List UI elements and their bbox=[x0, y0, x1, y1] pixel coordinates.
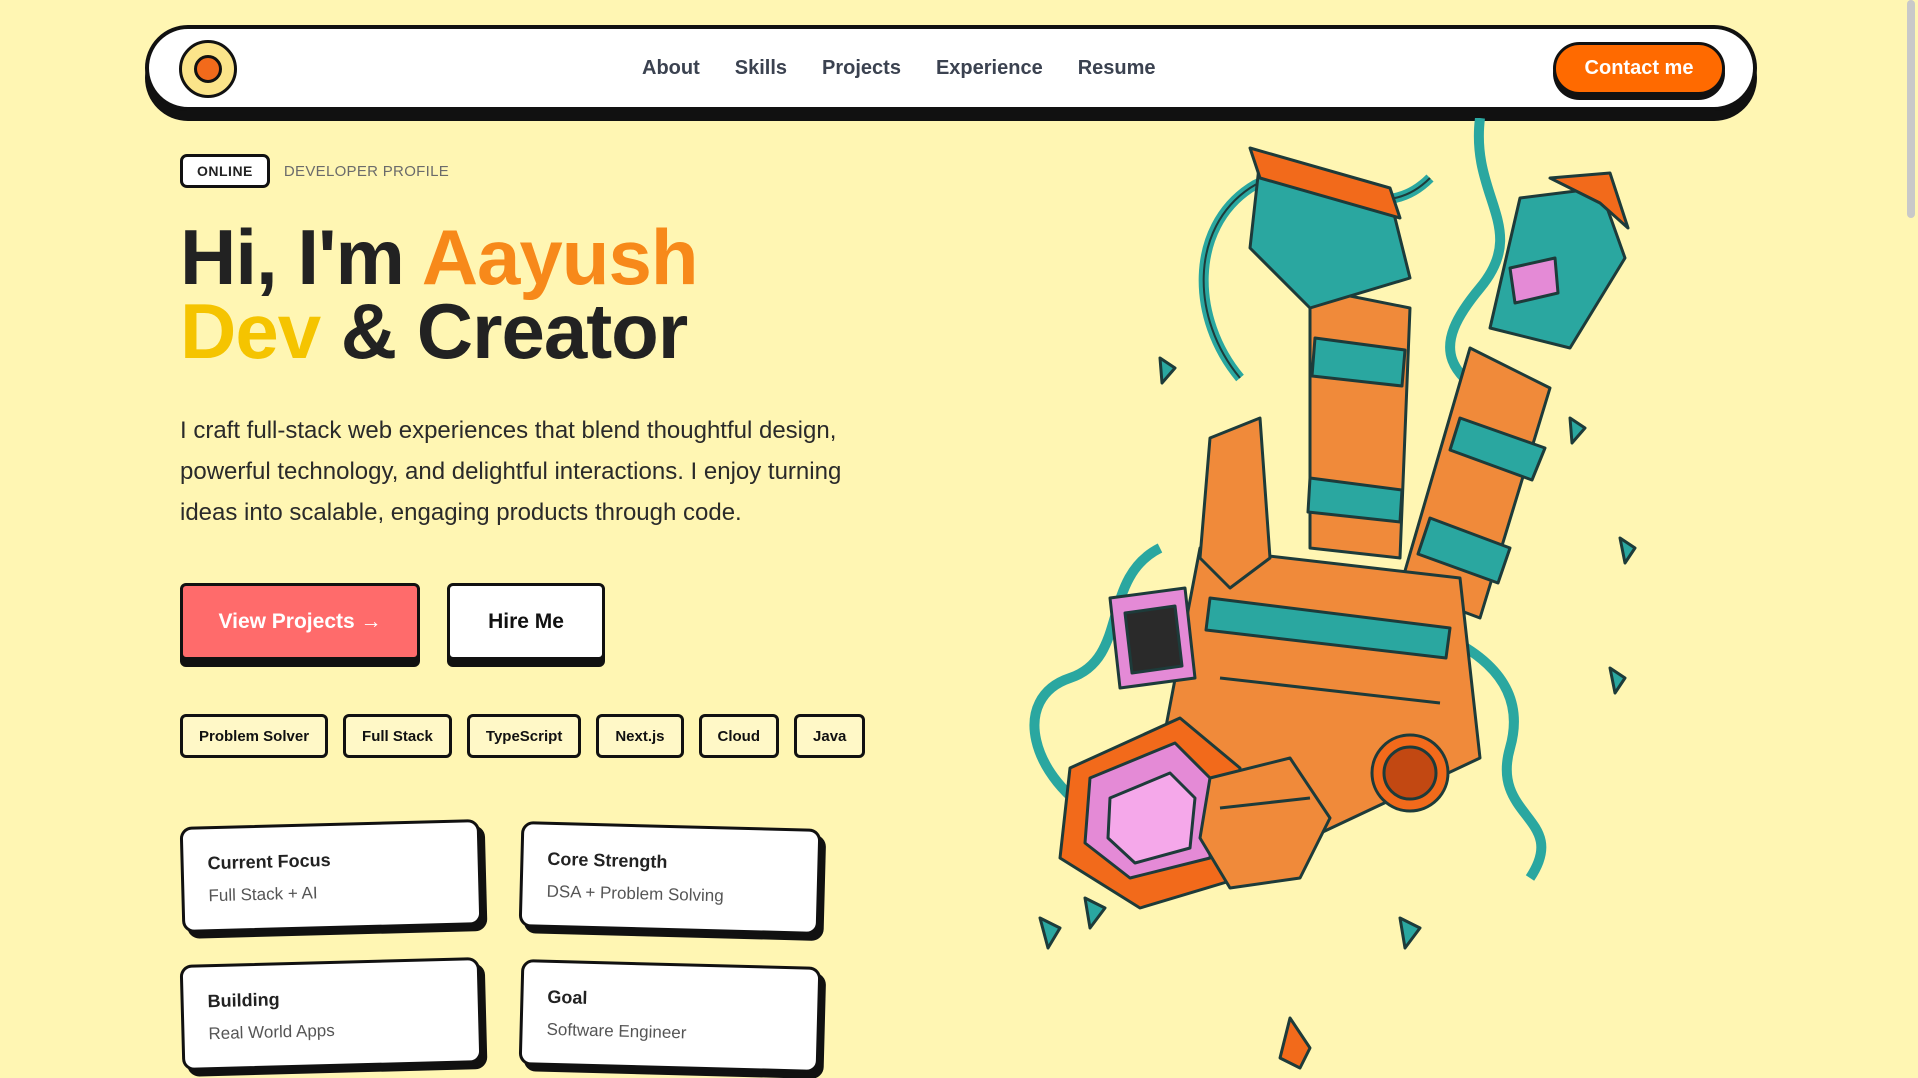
logo-icon[interactable] bbox=[179, 40, 237, 98]
scrollbar-thumb[interactable] bbox=[1907, 0, 1915, 218]
nav-link-about[interactable]: About bbox=[642, 57, 700, 80]
skill-tag: Full Stack bbox=[343, 714, 452, 758]
info-card-current-focus: Current Focus Full Stack + AI bbox=[179, 819, 483, 933]
contact-button[interactable]: Contact me bbox=[1553, 42, 1725, 95]
card-value: DSA + Problem Solving bbox=[546, 881, 724, 906]
nav-link-experience[interactable]: Experience bbox=[936, 57, 1043, 80]
astronaut-illustration bbox=[1029, 118, 1637, 1070]
logo-dot bbox=[194, 55, 222, 83]
status-row: ONLINE DEVELOPER PROFILE bbox=[180, 154, 449, 188]
top-navbar: About Skills Projects Experience Resume … bbox=[145, 25, 1757, 111]
hire-me-button[interactable]: Hire Me bbox=[447, 583, 605, 660]
card-value: Full Stack + AI bbox=[208, 883, 318, 906]
nav-link-skills[interactable]: Skills bbox=[735, 57, 787, 80]
online-status-badge: ONLINE bbox=[180, 154, 270, 188]
skill-tag: Next.js bbox=[596, 714, 684, 758]
nav-links: About Skills Projects Experience Resume bbox=[642, 29, 1156, 107]
card-title: Goal bbox=[547, 986, 588, 1008]
card-title: Current Focus bbox=[207, 850, 331, 874]
hero-description: I craft full-stack web experiences that … bbox=[180, 417, 842, 526]
skill-tag: TypeScript bbox=[466, 714, 582, 758]
hero-title-creator: & Creator bbox=[320, 287, 688, 375]
hero-title: Hi, I'm Aayush Dev & Creator bbox=[180, 218, 698, 370]
view-projects-button[interactable]: View Projects → bbox=[180, 583, 420, 660]
developer-profile-label: DEVELOPER PROFILE bbox=[283, 162, 450, 180]
page-scrollbar[interactable] bbox=[1904, 0, 1918, 1078]
skill-tag: Problem Solver bbox=[180, 714, 329, 758]
card-title: Building bbox=[207, 989, 280, 1012]
nav-link-resume[interactable]: Resume bbox=[1078, 57, 1156, 80]
card-value: Real World Apps bbox=[208, 1020, 335, 1044]
hero-title-dev: Dev bbox=[180, 287, 321, 375]
skill-tag: Cloud bbox=[698, 714, 780, 758]
info-card-core-strength: Core Strength DSA + Problem Solving bbox=[518, 821, 822, 935]
skill-tags: Problem Solver Full Stack TypeScript Nex… bbox=[180, 714, 866, 758]
card-value: Software Engineer bbox=[546, 1019, 687, 1043]
nav-link-projects[interactable]: Projects bbox=[822, 57, 901, 80]
info-card-goal: Goal Software Engineer bbox=[518, 959, 822, 1073]
card-title: Core Strength bbox=[547, 848, 668, 872]
info-card-building: Building Real World Apps bbox=[179, 957, 483, 1071]
skill-tag: Java bbox=[794, 714, 866, 758]
